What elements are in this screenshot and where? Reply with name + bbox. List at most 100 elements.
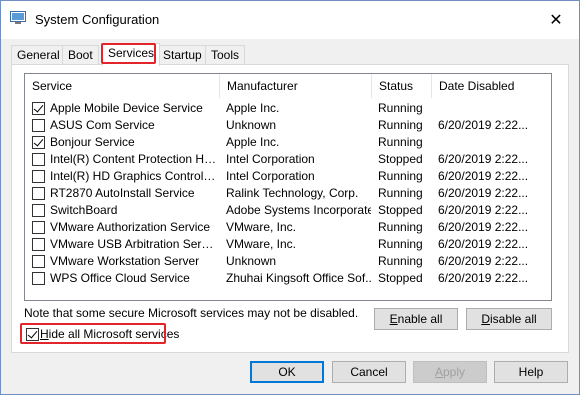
service-checkbox[interactable] [32,221,45,234]
table-row[interactable]: RT2870 AutoInstall Service Ralink Technol… [25,185,551,202]
service-checkbox[interactable] [32,204,45,217]
manufacturer-cell: Unknown [226,118,277,132]
table-row[interactable]: Bonjour Service Apple Inc. Running [25,134,551,151]
service-checkbox[interactable] [32,255,45,268]
apply-button[interactable]: Apply [413,361,487,383]
list-header: Service Manufacturer Status Date Disable… [25,74,551,98]
status-cell: Running [378,118,423,132]
service-checkbox[interactable] [32,272,45,285]
manufacturer-cell: Apple Inc. [226,135,280,149]
service-name-cell: VMware Authorization Service [32,219,218,236]
status-cell: Running [378,169,423,183]
manufacturer-cell: Zhuhai Kingsoft Office Sof... [226,271,371,285]
status-cell: Running [378,237,423,251]
close-icon[interactable]: ✕ [533,1,579,39]
table-row[interactable]: VMware Workstation Server Unknown Running 6… [25,253,551,270]
date-disabled-cell: 6/20/2019 2:22... [438,152,529,166]
date-disabled-cell: 6/20/2019 2:22... [438,118,529,132]
date-disabled-cell: 6/20/2019 2:22... [438,220,529,234]
list-body: Apple Mobile Device Service Apple Inc. Run… [25,100,551,287]
enable-all-label: nable all [397,312,443,326]
status-cell: Running [378,254,423,268]
tab-services[interactable]: Services [102,43,161,66]
table-row[interactable]: Apple Mobile Device Service Apple Inc. Run… [25,100,551,117]
manufacturer-cell: Adobe Systems Incorporated [226,203,371,217]
tab-boot[interactable]: Boot [62,45,99,65]
service-name: Intel(R) HD Graphics Control Pa... [50,169,218,183]
status-cell: Stopped [378,271,423,285]
tab-startup[interactable]: Startup [157,45,208,65]
service-checkbox[interactable] [32,119,45,132]
service-name-cell: VMware USB Arbitration Service [32,236,218,253]
service-name-cell: ASUS Com Service [32,117,218,134]
table-row[interactable]: Intel(R) HD Graphics Control Pa... Intel … [25,168,551,185]
service-name-cell: Intel(R) Content Protection HEC... [32,151,218,168]
table-row[interactable]: WPS Office Cloud Service Zhuhai Kingsoft … [25,270,551,287]
column-header-manufacturer[interactable]: Manufacturer [220,74,372,98]
manufacturer-cell: Unknown [226,254,277,268]
system-configuration-window: System Configuration ✕ General Boot Serv… [0,0,580,395]
tab-tools[interactable]: Tools [205,45,246,65]
service-name: RT2870 AutoInstall Service [50,186,195,200]
status-cell: Running [378,220,423,234]
column-header-date-disabled[interactable]: Date Disabled [432,74,551,98]
ok-button[interactable]: OK [250,361,324,383]
service-checkbox[interactable] [32,238,45,251]
date-disabled-cell: 6/20/2019 2:22... [438,271,529,285]
service-checkbox[interactable] [32,102,45,115]
status-cell: Stopped [378,203,423,217]
date-disabled-cell [438,100,551,117]
status-cell: Stopped [378,152,423,166]
service-name: VMware USB Arbitration Service [50,237,218,251]
disable-all-button[interactable]: Disable all [466,308,552,330]
cancel-button[interactable]: Cancel [332,361,406,383]
service-name-cell: RT2870 AutoInstall Service [32,185,218,202]
status-cell: Running [378,101,423,115]
window-title: System Configuration [35,12,160,27]
table-row[interactable]: SwitchBoard Adobe Systems Incorporated Sto… [25,202,551,219]
note-text: Note that some secure Microsoft services… [24,306,359,320]
service-name: Apple Mobile Device Service [50,101,203,115]
manufacturer-cell: VMware, Inc. [226,220,297,234]
manufacturer-cell: Ralink Technology, Corp. [226,186,359,200]
apply-accel: A [434,365,443,379]
column-header-status[interactable]: Status [372,74,432,98]
disable-all-label: isable all [489,312,537,326]
service-checkbox[interactable] [32,136,45,149]
column-header-service[interactable]: Service [25,74,220,98]
table-row[interactable]: VMware Authorization Service VMware, Inc.… [25,219,551,236]
status-cell: Running [378,135,423,149]
enable-all-accel: E [389,312,398,326]
service-name: SwitchBoard [50,203,118,217]
status-cell: Running [378,186,423,200]
enable-all-button[interactable]: Enable all [374,308,458,330]
service-name: ASUS Com Service [50,118,155,132]
table-row[interactable]: VMware USB Arbitration Service VMware, In… [25,236,551,253]
date-disabled-cell [438,134,551,151]
service-name: Bonjour Service [50,135,135,149]
service-checkbox[interactable] [32,153,45,166]
service-name-cell: Bonjour Service [32,134,218,151]
hide-microsoft-services-label: ide all Microsoft services [48,327,180,341]
apply-label: pply [443,365,466,379]
service-checkbox[interactable] [32,187,45,200]
date-disabled-cell: 6/20/2019 2:22... [438,186,529,200]
service-name: VMware Authorization Service [50,220,211,234]
date-disabled-cell: 6/20/2019 2:22... [438,254,529,268]
service-name: VMware Workstation Server [50,254,200,268]
services-list[interactable]: Service Manufacturer Status Date Disable… [24,73,552,301]
hide-microsoft-services-checkbox[interactable] [26,327,39,341]
hide-microsoft-services[interactable]: Hide all Microsoft services [26,327,179,341]
service-name-cell: VMware Workstation Server [32,253,218,270]
table-row[interactable]: ASUS Com Service Unknown Running 6/20/2019 … [25,117,551,134]
service-name: Intel(R) Content Protection HEC... [50,152,218,166]
help-button[interactable]: Help [494,361,568,383]
service-name-cell: Intel(R) HD Graphics Control Pa... [32,168,218,185]
tab-general[interactable]: General [11,45,66,65]
service-checkbox[interactable] [32,170,45,183]
manufacturer-cell: Apple Inc. [226,101,280,115]
service-name-cell: SwitchBoard [32,202,218,219]
services-panel: Service Manufacturer Status Date Disable… [11,64,569,353]
date-disabled-cell: 6/20/2019 2:22... [438,237,529,251]
table-row[interactable]: Intel(R) Content Protection HEC... Intel … [25,151,551,168]
